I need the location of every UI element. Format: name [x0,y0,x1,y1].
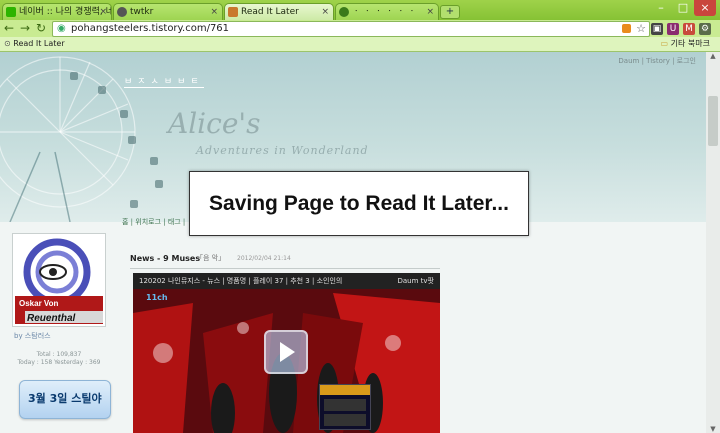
video-title-bar: 120202 나인뮤지스 - 뉴스 | 명품명 | 플레이 37 | 추천 3 … [133,273,440,289]
top-links[interactable]: Daum | Tistory | 로그인 [618,56,696,66]
minimize-icon[interactable]: – [650,0,672,16]
page-scrollbar[interactable]: ▲ ▼ [706,52,720,433]
video-player[interactable]: 120202 나인뮤지스 - 뉴스 | 명품명 | 플레이 37 | 추천 3 … [133,273,440,433]
scroll-down-icon[interactable]: ▼ [706,425,720,433]
play-button[interactable] [264,330,308,374]
url-text: pohangsteelers.tistory.com/761 [71,23,230,34]
visitor-today: Today : 158 Yesterday : 369 [17,359,101,366]
channel-logo: 11ch [146,293,168,302]
close-icon[interactable]: × [426,4,434,20]
ranking-row [324,399,366,411]
folder-icon: ▭ [660,39,669,48]
gmail-icon[interactable]: M [683,23,695,35]
banner-text: 3월 3일 스틸야 [28,392,102,405]
tab-naver[interactable]: 네이버 :: 나의 경쟁력, 네이 × [2,3,112,20]
profile-line-2: Reuenthal [27,313,76,324]
tab-twtkr[interactable]: twtkr × [113,3,223,20]
read-it-later-bookmark-icon: ⊙ [4,39,11,48]
browser-toolbar: ← → ↻ ◉ pohangsteelers.tistory.com/761 ☆… [0,20,720,37]
close-icon[interactable]: × [210,4,218,20]
bookmark-read-it-later[interactable]: ⊙ Read It Later [4,37,65,50]
new-tab-button[interactable]: + [440,5,460,19]
blog-title[interactable]: ㅂㅈㅅㅂㅂㅌ [124,74,204,88]
post-title[interactable]: News - 9 Muses [130,254,200,263]
post-category[interactable]: 「음 악」 [196,253,225,263]
close-icon[interactable]: × [99,4,107,20]
extension-u-icon[interactable]: U [667,23,679,35]
post-date: 2012/02/04 21:14 [237,255,291,262]
tab-label: twtkr [130,7,154,17]
address-bar[interactable]: ◉ pohangsteelers.tistory.com/761 ☆ [52,21,650,37]
blog-script-subtitle: Adventures in Wonderland [196,144,369,157]
sidebar-banner[interactable]: 3월 3일 스틸야 [19,380,111,419]
back-icon[interactable]: ← [2,21,16,36]
web-page: ㅂㅈㅅㅂㅂㅌ Alice's Adventures in Wonderland … [0,52,706,433]
profile-image[interactable]: Oskar Von Reuenthal [12,233,106,327]
reload-icon[interactable]: ↻ [34,21,48,36]
divider [130,268,440,269]
read-it-later-favicon-icon [228,7,238,17]
blog-menu[interactable]: 홈 | 위치로그 | 태그 | [122,217,185,227]
tab-strip: 네이버 :: 나의 경쟁력, 네이 × twtkr × Read It Late… [0,0,720,20]
ranking-header [320,385,370,395]
tab-label: ㆍ ㆍ ㆍ ㆍ ㆍ ㆍ [352,7,416,17]
maximize-icon[interactable]: □ [672,0,694,16]
page-favicon-icon [339,7,349,17]
scroll-up-icon[interactable]: ▲ [706,52,720,60]
tab-read-it-later[interactable]: Read It Later × [224,3,334,20]
twtkr-favicon-icon [117,7,127,17]
camera-extension-icon[interactable]: ▣ [651,23,663,35]
blog-script-title: Alice's [168,107,261,140]
scroll-thumb[interactable] [708,96,718,146]
visitor-total: Total : 109,837 [36,351,82,358]
globe-icon: ◉ [57,23,66,34]
close-window-icon[interactable]: × [694,0,716,16]
naver-favicon-icon [6,7,16,17]
tab-current[interactable]: ㆍ ㆍ ㆍ ㆍ ㆍ ㆍ × [335,3,439,20]
saving-message: Saving Page to Read It Later... [209,192,509,215]
profile-logo-icon: Oskar Von Reuenthal [13,234,105,326]
other-bookmarks-folder[interactable]: ▭ 기타 북마크 [661,37,710,50]
bookmarks-bar: ⊙ Read It Later ▭ 기타 북마크 [0,37,720,52]
video-caption[interactable]: 120202 나인뮤지스 - 뉴스 | 명품명 | 플레이 37 | 추천 3 … [139,275,342,287]
profile-line-1: Oskar Von [19,299,59,308]
forward-icon[interactable]: → [18,21,32,36]
rss-icon[interactable] [622,24,631,33]
video-source[interactable]: Daum tv팟 [398,275,435,287]
tab-label: 네이버 :: 나의 경쟁력, 네이 [19,7,112,17]
ranking-row [324,414,366,426]
tab-label: Read It Later [241,7,299,17]
wrench-menu-icon[interactable]: ⚙ [699,23,711,35]
bookmark-star-icon[interactable]: ☆ [636,22,646,35]
ranking-overlay [319,384,371,430]
saving-overlay: Saving Page to Read It Later... [189,171,529,236]
author-byline[interactable]: by 스탐러스 [14,331,51,341]
close-icon[interactable]: × [321,4,329,20]
